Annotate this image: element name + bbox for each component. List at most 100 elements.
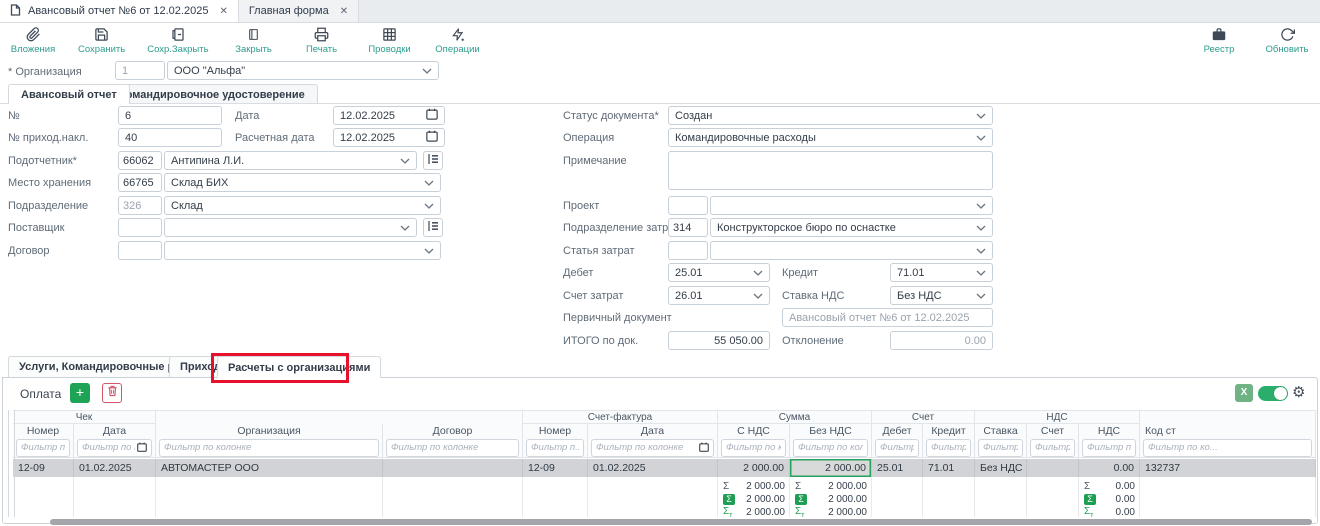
cell-check-date[interactable]: 01.02.2025: [74, 459, 156, 477]
status-select[interactable]: Создан: [668, 106, 993, 125]
number-field[interactable]: 6: [118, 106, 222, 125]
close-icon[interactable]: ✕: [340, 6, 348, 17]
project-code-field[interactable]: [668, 196, 708, 215]
organization-select[interactable]: ООО "Альфа": [167, 61, 439, 80]
accountable-code-field[interactable]: 66062: [118, 151, 162, 170]
postings-button[interactable]: Проводки: [367, 27, 413, 55]
attachments-button[interactable]: Вложения: [10, 27, 56, 55]
filter-input[interactable]: [531, 442, 579, 453]
column-header[interactable]: Номер: [13, 424, 74, 437]
storage-code-field[interactable]: 66765: [118, 173, 162, 192]
filter-input[interactable]: [798, 442, 863, 453]
cell-amount-with-vat[interactable]: 2 000.00: [718, 459, 790, 477]
project-select[interactable]: [710, 196, 993, 215]
filter-input[interactable]: [726, 442, 781, 453]
filter-input[interactable]: [164, 442, 374, 453]
register-button[interactable]: Реестр: [1196, 27, 1242, 55]
accountable-hierarchy-button[interactable]: [423, 151, 443, 170]
cell-organization[interactable]: АВТОМАСТЕР ООО: [156, 459, 383, 477]
filter-input[interactable]: [983, 442, 1018, 453]
refresh-button[interactable]: Обновить: [1264, 27, 1310, 55]
total-field[interactable]: 55 050.00: [668, 331, 770, 350]
window-tab-advance-report[interactable]: Авансовый отчет №6 от 12.02.2025 ✕: [0, 0, 239, 22]
cell-invoice-number[interactable]: 12-09: [523, 459, 588, 477]
column-header[interactable]: Дата: [588, 424, 718, 437]
cost-department-select[interactable]: Конструкторское бюро по оснастке: [710, 218, 993, 237]
supplier-hierarchy-button[interactable]: [423, 218, 443, 237]
column-header[interactable]: Код ст: [1140, 424, 1316, 437]
cell-contract[interactable]: [383, 459, 523, 477]
column-header[interactable]: Номер: [523, 424, 588, 437]
column-header[interactable]: Без НДС: [790, 424, 872, 437]
horizontal-scrollbar[interactable]: [50, 519, 1312, 525]
column-header[interactable]: Договор: [383, 424, 523, 437]
cost-item-code-field[interactable]: [668, 241, 708, 260]
operations-button[interactable]: Операции: [435, 27, 481, 55]
filter-input[interactable]: [931, 442, 966, 453]
operation-select[interactable]: Командировочные расходы: [668, 128, 993, 147]
organization-code-field[interactable]: 1: [115, 61, 165, 80]
tab-travel-certificate[interactable]: Командировочное удостоверение: [106, 84, 318, 104]
contract-select[interactable]: [164, 241, 441, 260]
supplier-select[interactable]: [164, 218, 417, 237]
debit-select[interactable]: 25.01: [668, 263, 770, 282]
cost-account-select[interactable]: 26.01: [668, 286, 770, 305]
deviation-field: 0.00: [890, 331, 993, 350]
primary-doc-label: Первичный документ: [563, 312, 672, 324]
table-row[interactable]: 12-09 01.02.2025 АВТОМАСТЕР ООО 12-09 01…: [13, 459, 1316, 477]
column-header[interactable]: Кредит: [923, 424, 975, 437]
cell-vat-account[interactable]: [1027, 459, 1079, 477]
column-header[interactable]: Дата: [74, 424, 156, 437]
cell-invoice-date[interactable]: 01.02.2025: [588, 459, 718, 477]
storage-select[interactable]: Склад БИХ: [164, 173, 441, 192]
print-button[interactable]: Печать: [299, 27, 345, 55]
calc-date-field[interactable]: 12.02.2025: [333, 128, 445, 147]
filter-input[interactable]: [1035, 442, 1070, 453]
save-close-button[interactable]: Сохр.Закрыть: [147, 27, 208, 55]
filter-input[interactable]: [880, 442, 914, 453]
department-select[interactable]: Склад: [164, 196, 441, 215]
close-button[interactable]: Закрыть: [231, 27, 277, 55]
export-excel-button[interactable]: X: [1235, 384, 1253, 402]
filter-toggle[interactable]: [1258, 386, 1288, 401]
department-code-field[interactable]: 326: [118, 196, 162, 215]
chevron-down-icon: [424, 245, 434, 257]
filter-input[interactable]: [82, 442, 135, 453]
cell-item-code[interactable]: 132737: [1140, 459, 1316, 477]
credit-select[interactable]: 71.01: [890, 263, 993, 282]
supplier-code-field[interactable]: [118, 218, 162, 237]
filter-input[interactable]: [596, 442, 697, 453]
cell-amount-without-vat-selected[interactable]: 2 000.00: [790, 459, 872, 477]
cell-vat-amount[interactable]: 0.00: [1079, 459, 1140, 477]
window-tab-main-form[interactable]: Главная форма ✕: [239, 0, 359, 22]
column-header[interactable]: Ставка: [975, 424, 1027, 437]
cost-department-code-field[interactable]: 314: [668, 218, 708, 237]
add-row-button[interactable]: +: [70, 383, 90, 403]
accountable-select[interactable]: Антипина Л.И.: [164, 151, 417, 170]
column-header[interactable]: Дебет: [872, 424, 923, 437]
cell-credit[interactable]: 71.01: [923, 459, 975, 477]
filter-input[interactable]: [391, 442, 514, 453]
column-header[interactable]: НДС: [1079, 424, 1140, 437]
gear-icon[interactable]: ⚙: [1292, 385, 1305, 400]
column-header[interactable]: Организация: [156, 424, 383, 437]
contract-code-field[interactable]: [118, 241, 162, 260]
cell-vat-rate[interactable]: Без НДС: [975, 459, 1027, 477]
date-field[interactable]: 12.02.2025: [333, 106, 445, 125]
cost-item-select[interactable]: [710, 241, 993, 260]
vat-rate-select[interactable]: Без НДС: [890, 286, 993, 305]
income-invoice-field[interactable]: 40: [118, 128, 222, 147]
tab-advance-report[interactable]: Авансовый отчет: [8, 84, 130, 104]
cell-debit[interactable]: 25.01: [872, 459, 923, 477]
tab-settlements-with-organizations[interactable]: Расчеты с организациями: [217, 356, 381, 378]
column-header[interactable]: Счет: [1027, 424, 1079, 437]
column-header[interactable]: С НДС: [718, 424, 790, 437]
filter-input[interactable]: [1148, 442, 1307, 453]
close-icon[interactable]: ✕: [219, 6, 227, 17]
cell-check-number[interactable]: 12-09: [13, 459, 74, 477]
save-button[interactable]: Сохранить: [78, 27, 125, 55]
filter-input[interactable]: [21, 442, 65, 453]
filter-input[interactable]: [1087, 442, 1131, 453]
delete-row-button[interactable]: [102, 383, 122, 403]
note-field[interactable]: [668, 151, 993, 190]
